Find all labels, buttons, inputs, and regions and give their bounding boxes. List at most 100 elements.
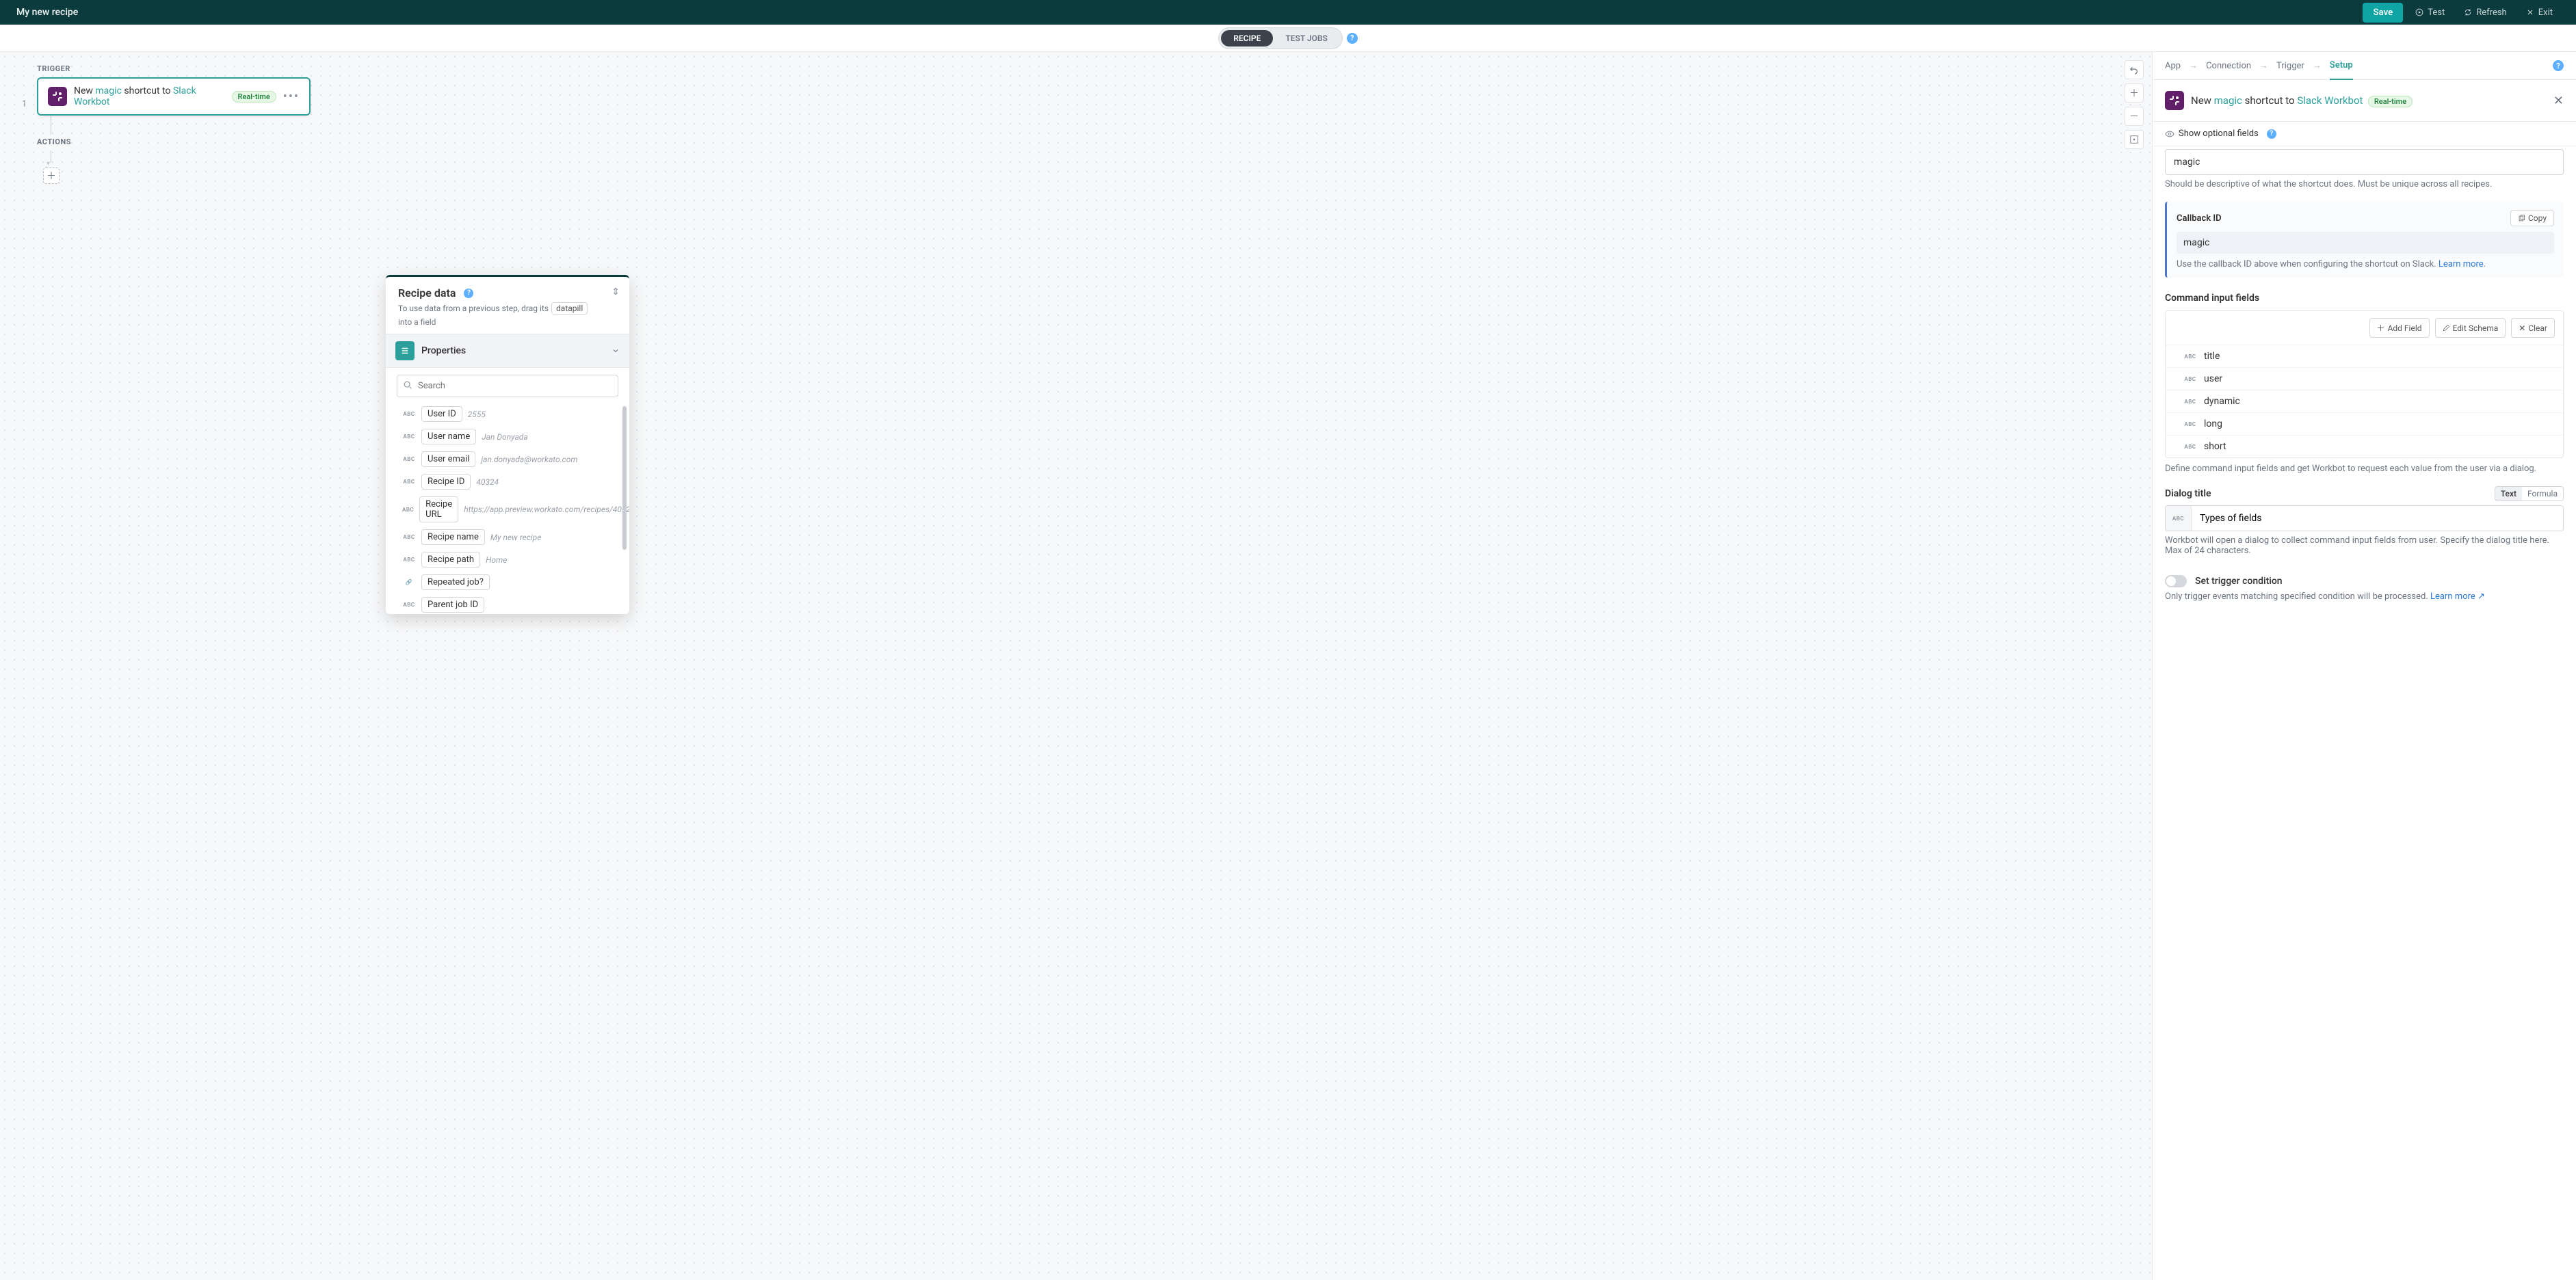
datapill-example: https://app.preview.workato.com/recipes/… [464, 505, 629, 514]
node-menu-button[interactable]: ••• [283, 90, 300, 104]
add-field-button[interactable]: ＋ Add Field [2369, 318, 2430, 338]
datapill[interactable]: Recipe name [421, 529, 485, 545]
input-field-row[interactable]: ABCdynamic [2166, 390, 2563, 413]
zoom-in-button[interactable]: ＋ [2125, 83, 2144, 103]
clear-fields-button[interactable]: ✕ Clear [2511, 318, 2555, 338]
input-field-row[interactable]: ABC user [2166, 368, 2563, 390]
show-optional-fields[interactable]: Show optional fields ? [2153, 122, 2576, 146]
trigger-node[interactable]: New magic shortcut to Slack Workbot Real… [37, 77, 311, 116]
recipe-data-panel: ⇕ Recipe data ? To use data from a previ… [386, 275, 629, 614]
search-icon [403, 380, 412, 390]
crumb-connection[interactable]: Connection [2206, 61, 2251, 71]
callback-id-label: Callback ID [2177, 213, 2222, 224]
datapill[interactable]: Recipe path [421, 552, 480, 568]
pencil-icon [2443, 324, 2450, 332]
fit-button[interactable] [2125, 130, 2144, 149]
string-type-icon: ABC [402, 434, 416, 440]
crumb-setup[interactable]: Setup [2330, 60, 2353, 80]
chevron-down-icon [612, 347, 620, 355]
close-panel-button[interactable]: ✕ [2553, 94, 2564, 108]
tab-recipe[interactable]: RECIPE [1221, 30, 1273, 46]
zoom-out-button[interactable]: － [2125, 107, 2144, 126]
expand-icon[interactable]: ⇕ [612, 286, 620, 297]
input-field-name: title [2204, 351, 2220, 362]
copy-icon [2518, 215, 2525, 222]
refresh-icon [2464, 8, 2472, 16]
learn-more-link[interactable]: Learn more [2439, 259, 2484, 269]
trigger-condition-toggle[interactable] [2165, 575, 2187, 587]
crumb-trigger[interactable]: Trigger [2276, 61, 2304, 71]
callback-id-value: magic [2177, 232, 2554, 254]
dialog-title-label: Dialog title [2165, 488, 2211, 499]
input-field-name: long [2204, 418, 2222, 429]
datapill-row: ABCRecipe ID40324 [397, 470, 618, 493]
properties-icon [395, 341, 415, 360]
input-field-name: user [2204, 373, 2222, 384]
actions-section-label: ACTIONS [37, 137, 311, 146]
tab-test-jobs[interactable]: TEST JOBS [1273, 30, 1339, 46]
test-button[interactable]: Test [2408, 3, 2452, 22]
dialog-title-input[interactable] [2192, 506, 2563, 531]
datapill-row: ABCParent job ID [397, 594, 618, 614]
recipe-canvas[interactable]: ＋ － TRIGGER 1 New magic shortcut to Slac… [0, 52, 2152, 1280]
datapill-example: Home [486, 555, 507, 565]
datapill[interactable]: Recipe URL [419, 496, 458, 522]
recipe-view-tabs: RECIPE TEST JOBS [1218, 27, 1343, 49]
datapill-example: Jan Donyada [482, 432, 528, 442]
toggle-text[interactable]: Text [2495, 487, 2522, 501]
step-config-panel: App → Connection → Trigger → Setup ? New… [2152, 52, 2576, 1280]
dialog-title-help: Workbot will open a dialog to collect co… [2165, 535, 2564, 556]
help-icon[interactable]: ? [464, 289, 473, 298]
help-icon[interactable]: ? [1347, 33, 1358, 44]
add-step-button[interactable]: ＋ [43, 168, 60, 184]
text-formula-toggle[interactable]: Text Formula [2495, 486, 2564, 501]
trigger-node-title: New magic shortcut to Slack Workbot [74, 85, 225, 107]
datapill-hint: datapill [551, 302, 588, 315]
copy-callback-button[interactable]: Copy [2510, 210, 2554, 226]
input-field-row[interactable]: ABCtitle [2166, 345, 2563, 368]
callback-id-callout: Callback ID Copy magic Use the callback … [2165, 202, 2564, 278]
callback-id-desc: Use the callback ID above when configuri… [2177, 259, 2439, 269]
help-icon[interactable]: ? [2553, 60, 2564, 71]
trigger-condition-help: Only trigger events matching specified c… [2165, 591, 2430, 602]
realtime-badge: Real-time [2368, 96, 2413, 107]
panel-title: New magic shortcut to Slack Workbot Real… [2191, 94, 2547, 107]
undo-button[interactable] [2125, 60, 2144, 79]
string-type-icon: ABC [402, 534, 416, 540]
help-icon[interactable]: ? [2267, 129, 2276, 139]
datapill[interactable]: Repeated job? [421, 574, 490, 590]
properties-group[interactable]: Properties [386, 334, 629, 368]
learn-more-link[interactable]: Learn more ↗ [2430, 591, 2485, 602]
play-circle-icon [2415, 8, 2423, 16]
datapill-row: ABCUser ID2555 [397, 403, 618, 425]
refresh-button[interactable]: Refresh [2457, 3, 2513, 22]
string-type-icon: ABC [2183, 376, 2197, 382]
datapill[interactable]: Recipe ID [421, 474, 471, 490]
datapill[interactable]: User email [421, 451, 475, 467]
input-field-row[interactable]: ABCshort [2166, 436, 2563, 457]
shortcut-name-input[interactable] [2165, 149, 2564, 175]
datapill[interactable]: User ID [421, 406, 462, 422]
datapill-example: My new recipe [490, 533, 542, 542]
scrollbar-thumb[interactable] [622, 406, 627, 550]
save-button[interactable]: Save [2363, 3, 2403, 23]
string-type-icon: ABC [402, 557, 416, 563]
datapill[interactable]: User name [421, 429, 476, 444]
string-type-icon: ABC [402, 456, 416, 462]
input-field-row[interactable]: ABClong [2166, 413, 2563, 436]
chevron-right-icon: → [2313, 60, 2322, 71]
datapill-search-input[interactable] [397, 375, 618, 397]
crumb-app[interactable]: App [2165, 61, 2181, 71]
datapill[interactable]: Parent job ID [421, 597, 484, 613]
datapill-row: 🔗Repeated job? [397, 571, 618, 594]
close-icon [2526, 8, 2534, 16]
step-number: 1 [22, 99, 27, 109]
edit-schema-button[interactable]: Edit Schema [2435, 318, 2506, 338]
recipe-data-title: Recipe data [398, 286, 456, 299]
toggle-formula[interactable]: Formula [2522, 487, 2563, 501]
command-input-fields-title: Command input fields [2165, 293, 2564, 304]
datapill-example: jan.donyada@workato.com [481, 455, 577, 464]
exit-button[interactable]: Exit [2519, 3, 2560, 22]
slack-workbot-icon [48, 87, 67, 106]
datapill-row: ABCRecipe URLhttps://app.preview.workato… [397, 493, 618, 526]
